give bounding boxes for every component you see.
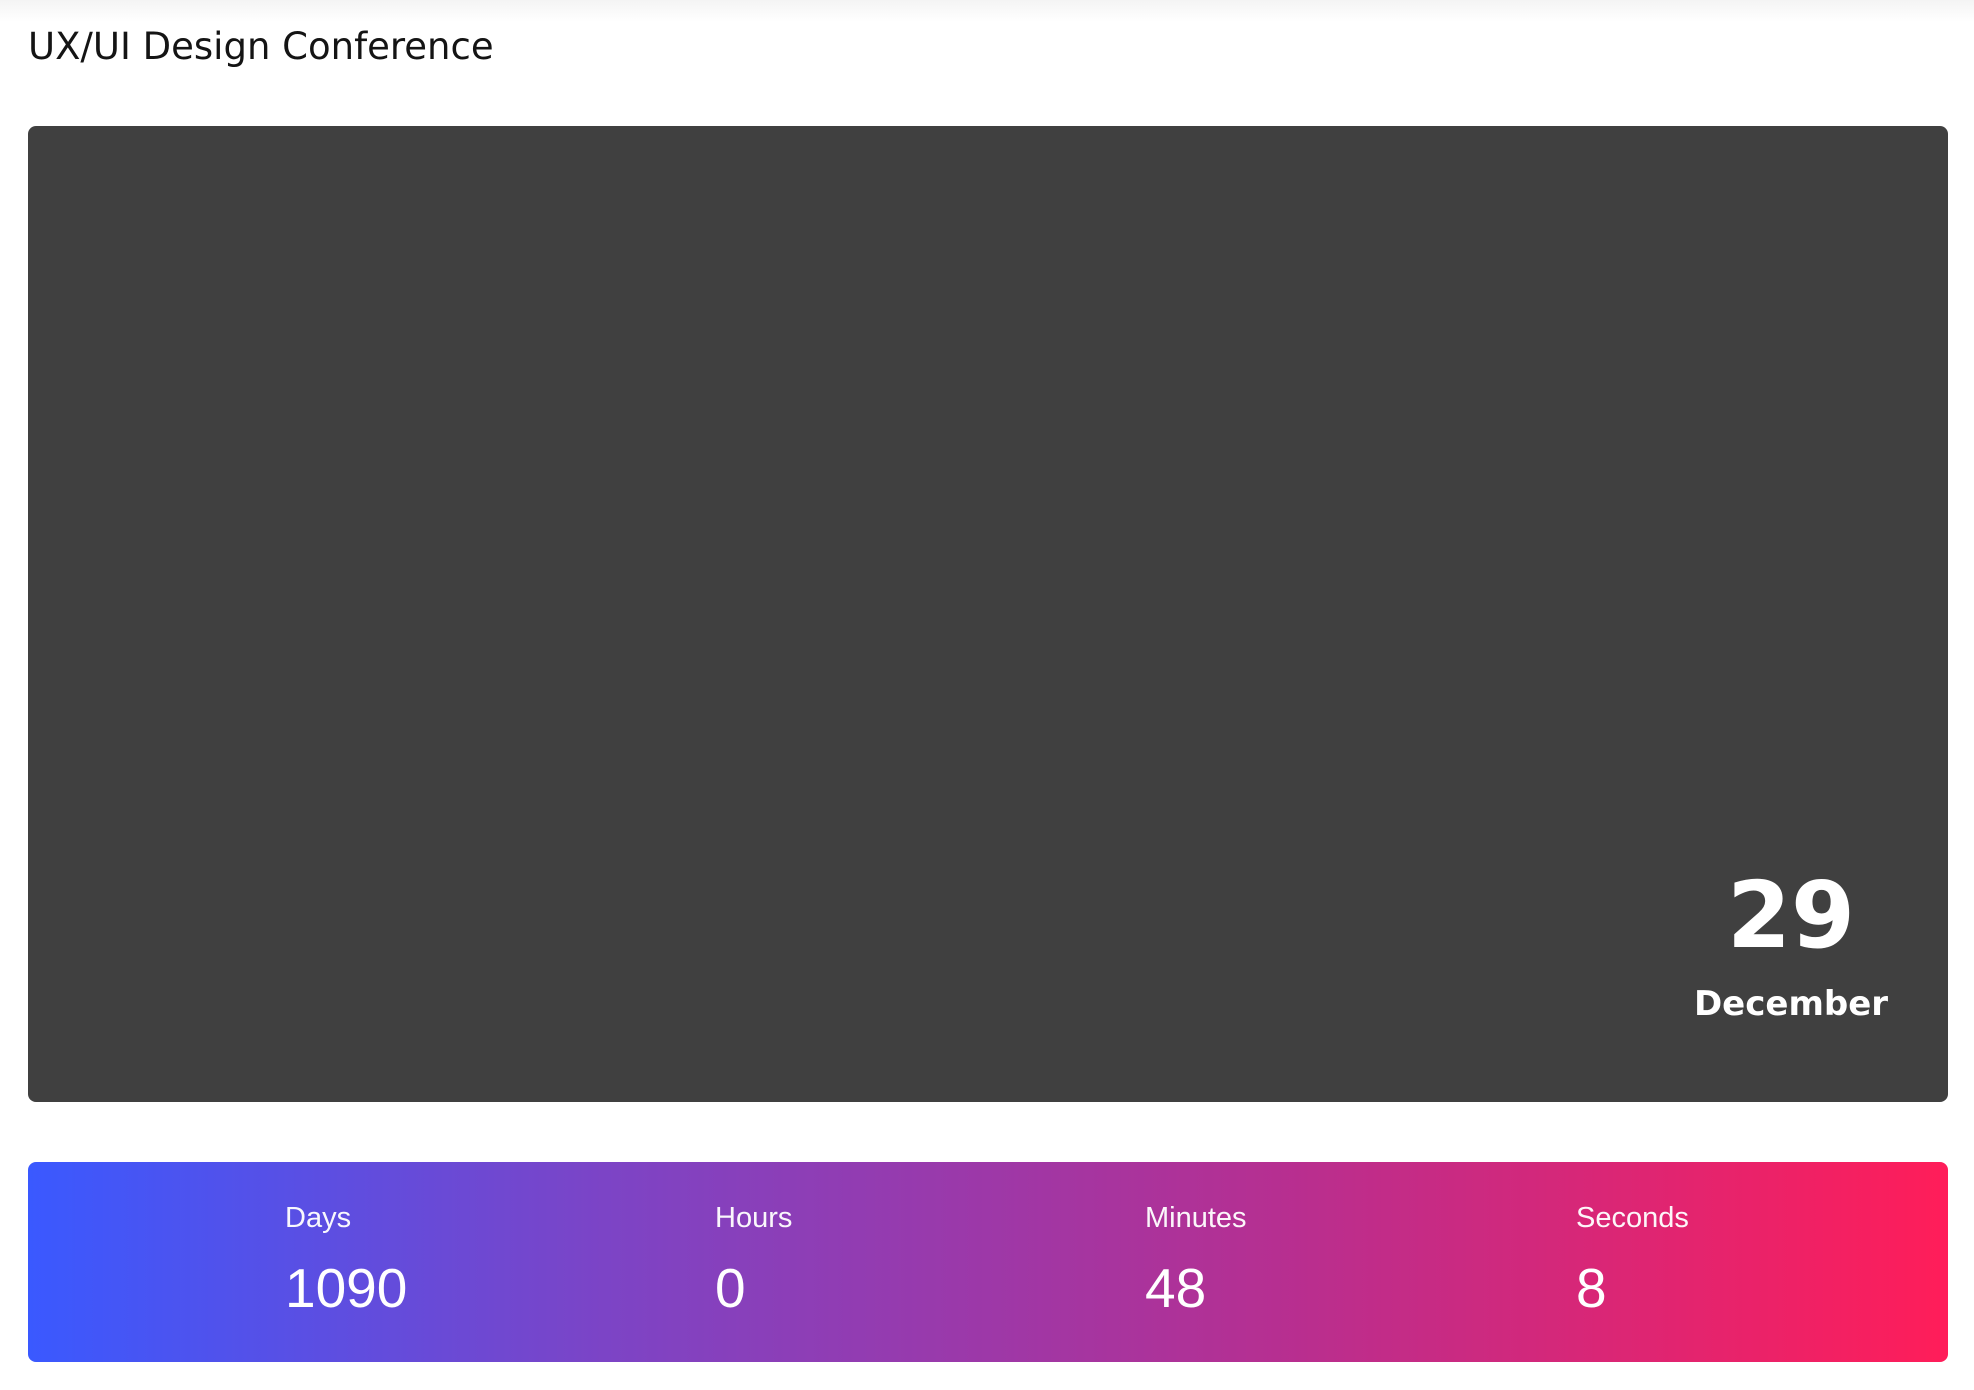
countdown-hours-value: 0 xyxy=(715,1257,746,1319)
countdown-minutes-value: 48 xyxy=(1145,1257,1207,1319)
countdown-seconds: Seconds 8 xyxy=(1576,1198,1689,1320)
page-title: UX/UI Design Conference xyxy=(28,25,494,68)
countdown-minutes: Minutes 48 xyxy=(1145,1198,1247,1320)
event-date-day: 29 xyxy=(1726,862,1856,969)
event-date: 29 December xyxy=(1691,861,1891,1026)
countdown-days-label: Days xyxy=(285,1202,352,1234)
event-hero-card: 29 December xyxy=(28,126,1948,1102)
countdown-bar: Days 1090 Hours 0 Minutes 48 Seconds 8 xyxy=(28,1162,1948,1362)
top-shadow xyxy=(0,0,1974,22)
countdown-days-value: 1090 xyxy=(285,1257,408,1319)
countdown-minutes-label: Minutes xyxy=(1145,1202,1247,1234)
countdown-hours-label: Hours xyxy=(715,1202,793,1234)
countdown-days: Days 1090 xyxy=(285,1198,407,1320)
event-date-month: December xyxy=(1693,984,1889,1024)
countdown-seconds-label: Seconds xyxy=(1576,1202,1689,1234)
countdown-seconds-value: 8 xyxy=(1576,1257,1607,1319)
countdown-hours: Hours 0 xyxy=(715,1198,792,1320)
